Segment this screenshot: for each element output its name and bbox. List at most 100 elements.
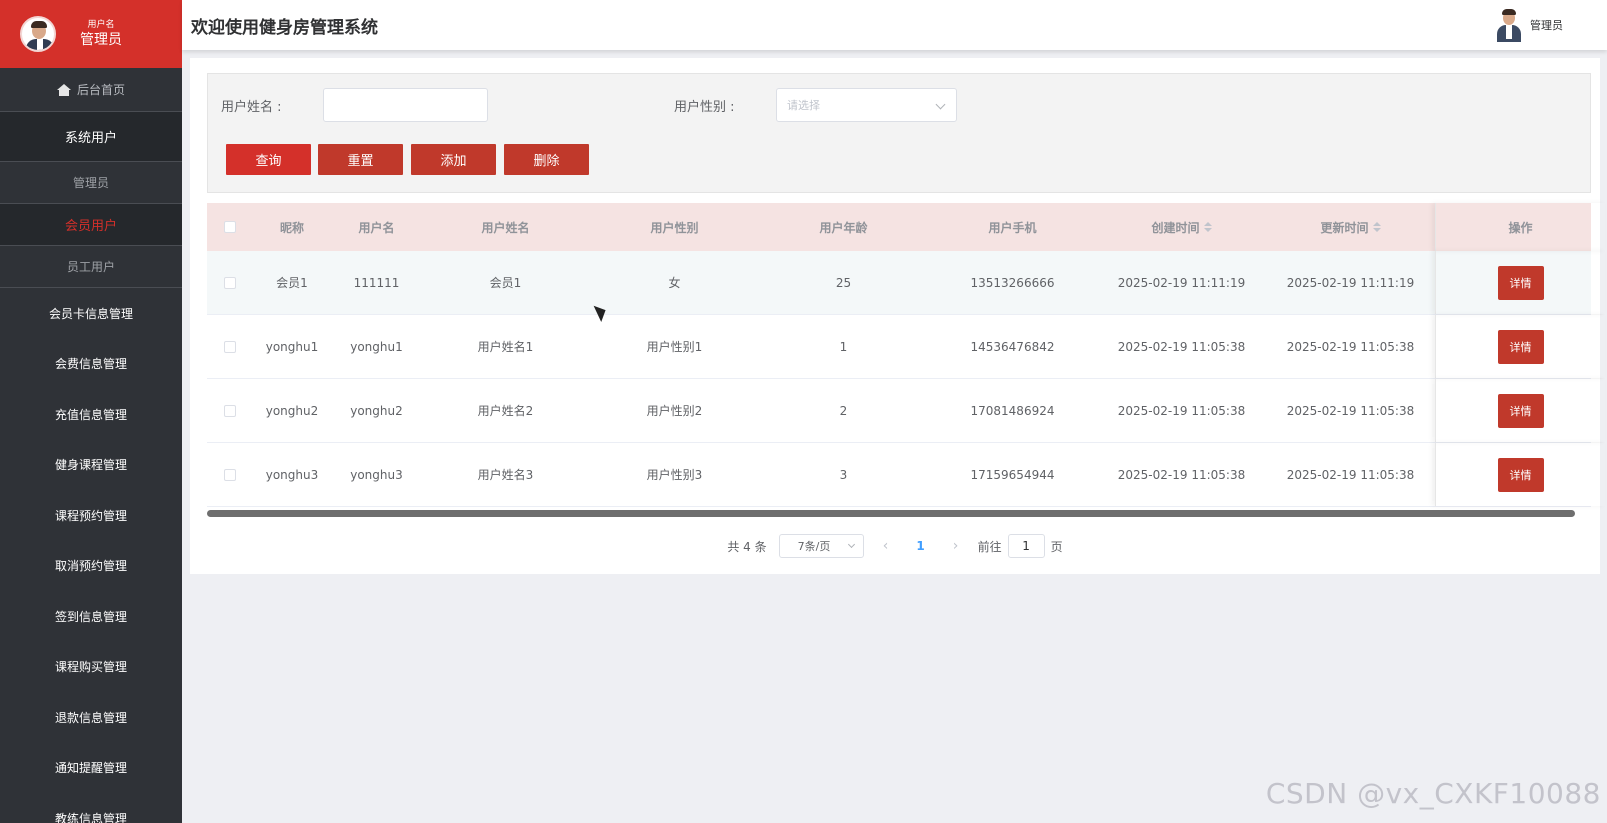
sort-icon[interactable] [1372, 222, 1381, 232]
sidebar-user: 用户名 管理员 [80, 19, 122, 49]
header-nickname: 昵称 [279, 220, 304, 235]
detail-button[interactable]: 详情 [1497, 393, 1544, 428]
prev-page-icon[interactable]: ‹ [876, 538, 896, 554]
reset-button[interactable]: 重置 [318, 144, 403, 175]
goto-label: 前往 [977, 539, 1002, 554]
goto-page-input[interactable]: 1 [1007, 534, 1045, 558]
user-label: 用户名 [87, 20, 115, 30]
table-header: 昵称 用户名 用户姓名 用户性别 用户年龄 用户手机 创建时间 更新时间 操作 [207, 203, 1591, 251]
home-icon [56, 83, 71, 96]
cell-realname: 用户姓名1 [477, 340, 534, 354]
page-size-value: 7条/页 [797, 540, 831, 553]
header-username: 用户名 [358, 220, 395, 235]
top-user-name[interactable]: 管理员 [1530, 17, 1563, 33]
cell-phone: 13513266666 [970, 275, 1055, 290]
header-action: 操作 [1435, 203, 1605, 251]
cell-realname: 用户姓名2 [477, 404, 534, 418]
header-gender: 用户性别 [650, 220, 699, 235]
header-created: 创建时间 [1151, 220, 1200, 235]
table-row[interactable]: yonghu3 yonghu3 用户姓名3 用户性别3 3 1715965494… [207, 443, 1591, 507]
page-jump: 前往 1 页 [978, 534, 1063, 558]
pagination: 共 4 条 7条/页 ‹ 1 › 前往 1 页 [190, 534, 1600, 558]
cell-nickname: yonghu2 [265, 403, 319, 418]
avatar[interactable] [20, 16, 56, 52]
cell-phone: 14536476842 [970, 339, 1055, 354]
row-checkbox[interactable] [223, 276, 236, 289]
sidebar-item-booking[interactable]: 课程预约管理 [0, 490, 182, 541]
search-panel: 用户姓名 : 用户性别 : 请选择 查询 重置 添加 删除 [207, 73, 1591, 193]
sidebar-item-staff[interactable]: 员工用户 [0, 246, 182, 288]
row-checkbox[interactable] [223, 404, 236, 417]
add-button[interactable]: 添加 [411, 144, 496, 175]
page-suffix: 页 [1050, 539, 1063, 554]
table-row[interactable]: 会员1 111111 会员1 女 25 13513266666 2025-02-… [207, 251, 1591, 315]
table-row[interactable]: yonghu2 yonghu2 用户姓名2 用户性别2 2 1708148692… [207, 379, 1591, 443]
cell-created: 2025-02-19 11:11:19 [1117, 275, 1246, 290]
detail-button[interactable]: 详情 [1497, 457, 1544, 492]
cell-gender: 女 [668, 276, 681, 290]
header-updated-sortable[interactable]: 更新时间 [1266, 219, 1435, 236]
sidebar-item-cancel[interactable]: 取消预约管理 [0, 541, 182, 592]
cell-username: yonghu2 [350, 403, 403, 418]
sidebar-item-refund[interactable]: 退款信息管理 [0, 692, 182, 743]
cell-nickname: yonghu3 [265, 467, 319, 482]
sort-icon[interactable] [1203, 222, 1212, 232]
query-button[interactable]: 查询 [226, 144, 311, 175]
row-checkbox[interactable] [223, 468, 236, 481]
page-number[interactable]: 1 [908, 539, 934, 553]
page-title: 欢迎使用健身房管理系统 [191, 17, 378, 38]
sidebar-item-member[interactable]: 会员用户 [0, 204, 182, 246]
detail-button[interactable]: 详情 [1497, 265, 1544, 300]
watermark: CSDN @vx_CXKF10088 [1265, 777, 1601, 810]
total-count: 共 4 条 [727, 539, 767, 554]
cell-updated: 2025-02-19 11:05:38 [1286, 339, 1415, 354]
gender-placeholder: 请选择 [787, 99, 820, 112]
cell-username: yonghu1 [350, 339, 403, 354]
top-user-menu[interactable]: 管理员 [1496, 8, 1563, 42]
cell-age: 3 [839, 467, 848, 482]
cell-age: 25 [835, 275, 852, 290]
name-label: 用户姓名 : [221, 100, 282, 115]
header-phone: 用户手机 [988, 220, 1037, 235]
cell-username: 111111 [353, 275, 400, 290]
cell-phone: 17081486924 [970, 403, 1055, 418]
cell-nickname: 会员1 [276, 276, 308, 290]
sidebar-item-purchase[interactable]: 课程购买管理 [0, 642, 182, 693]
sidebar-item-checkin[interactable]: 签到信息管理 [0, 591, 182, 642]
detail-button[interactable]: 详情 [1497, 329, 1544, 364]
user-name: 管理员 [80, 32, 122, 48]
sidebar-item-label: 后台首页 [76, 83, 125, 97]
cell-phone: 17159654944 [970, 467, 1055, 482]
row-checkbox[interactable] [223, 340, 236, 353]
chevron-down-icon [847, 540, 855, 549]
cell-nickname: yonghu1 [265, 339, 319, 354]
sidebar-item-card[interactable]: 会员卡信息管理 [0, 288, 182, 339]
sidebar-item-home[interactable]: 后台首页 [0, 68, 182, 112]
sidebar-group-system-users[interactable]: 系统用户 [0, 112, 182, 162]
sidebar-item-admin[interactable]: 管理员 [0, 162, 182, 204]
sidebar-item-course[interactable]: 健身课程管理 [0, 440, 182, 491]
sidebar-item-coach[interactable]: 教练信息管理 [0, 793, 182, 823]
sidebar-item-recharge[interactable]: 充值信息管理 [0, 389, 182, 440]
select-all-checkbox[interactable] [223, 221, 236, 233]
table-row[interactable]: yonghu1 yonghu1 用户姓名1 用户性别1 1 1453647684… [207, 315, 1591, 379]
main-content: 用户姓名 : 用户性别 : 请选择 查询 重置 添加 删除 昵称 用户名 用户姓… [190, 58, 1600, 574]
cell-realname: 会员1 [489, 276, 522, 290]
cell-gender: 用户性别2 [646, 404, 703, 418]
avatar[interactable] [1496, 8, 1522, 42]
cell-username: yonghu3 [350, 467, 403, 482]
cell-age: 2 [839, 403, 848, 418]
cell-updated: 2025-02-19 11:05:38 [1286, 467, 1415, 482]
sidebar-item-fee[interactable]: 会费信息管理 [0, 339, 182, 390]
delete-button[interactable]: 删除 [504, 144, 589, 175]
cell-created: 2025-02-19 11:05:38 [1117, 339, 1246, 354]
header-created-sortable[interactable]: 创建时间 [1097, 219, 1266, 236]
page-size-select[interactable]: 7条/页 [778, 534, 864, 558]
user-table: 昵称 用户名 用户姓名 用户性别 用户年龄 用户手机 创建时间 更新时间 操作 … [207, 203, 1591, 507]
horizontal-scrollbar[interactable] [207, 510, 1575, 517]
gender-select[interactable]: 请选择 [776, 88, 957, 122]
name-search-input[interactable] [323, 88, 488, 122]
sidebar-item-notice[interactable]: 通知提醒管理 [0, 743, 182, 794]
next-page-icon[interactable]: › [946, 538, 966, 554]
header-realname: 用户姓名 [481, 220, 530, 235]
